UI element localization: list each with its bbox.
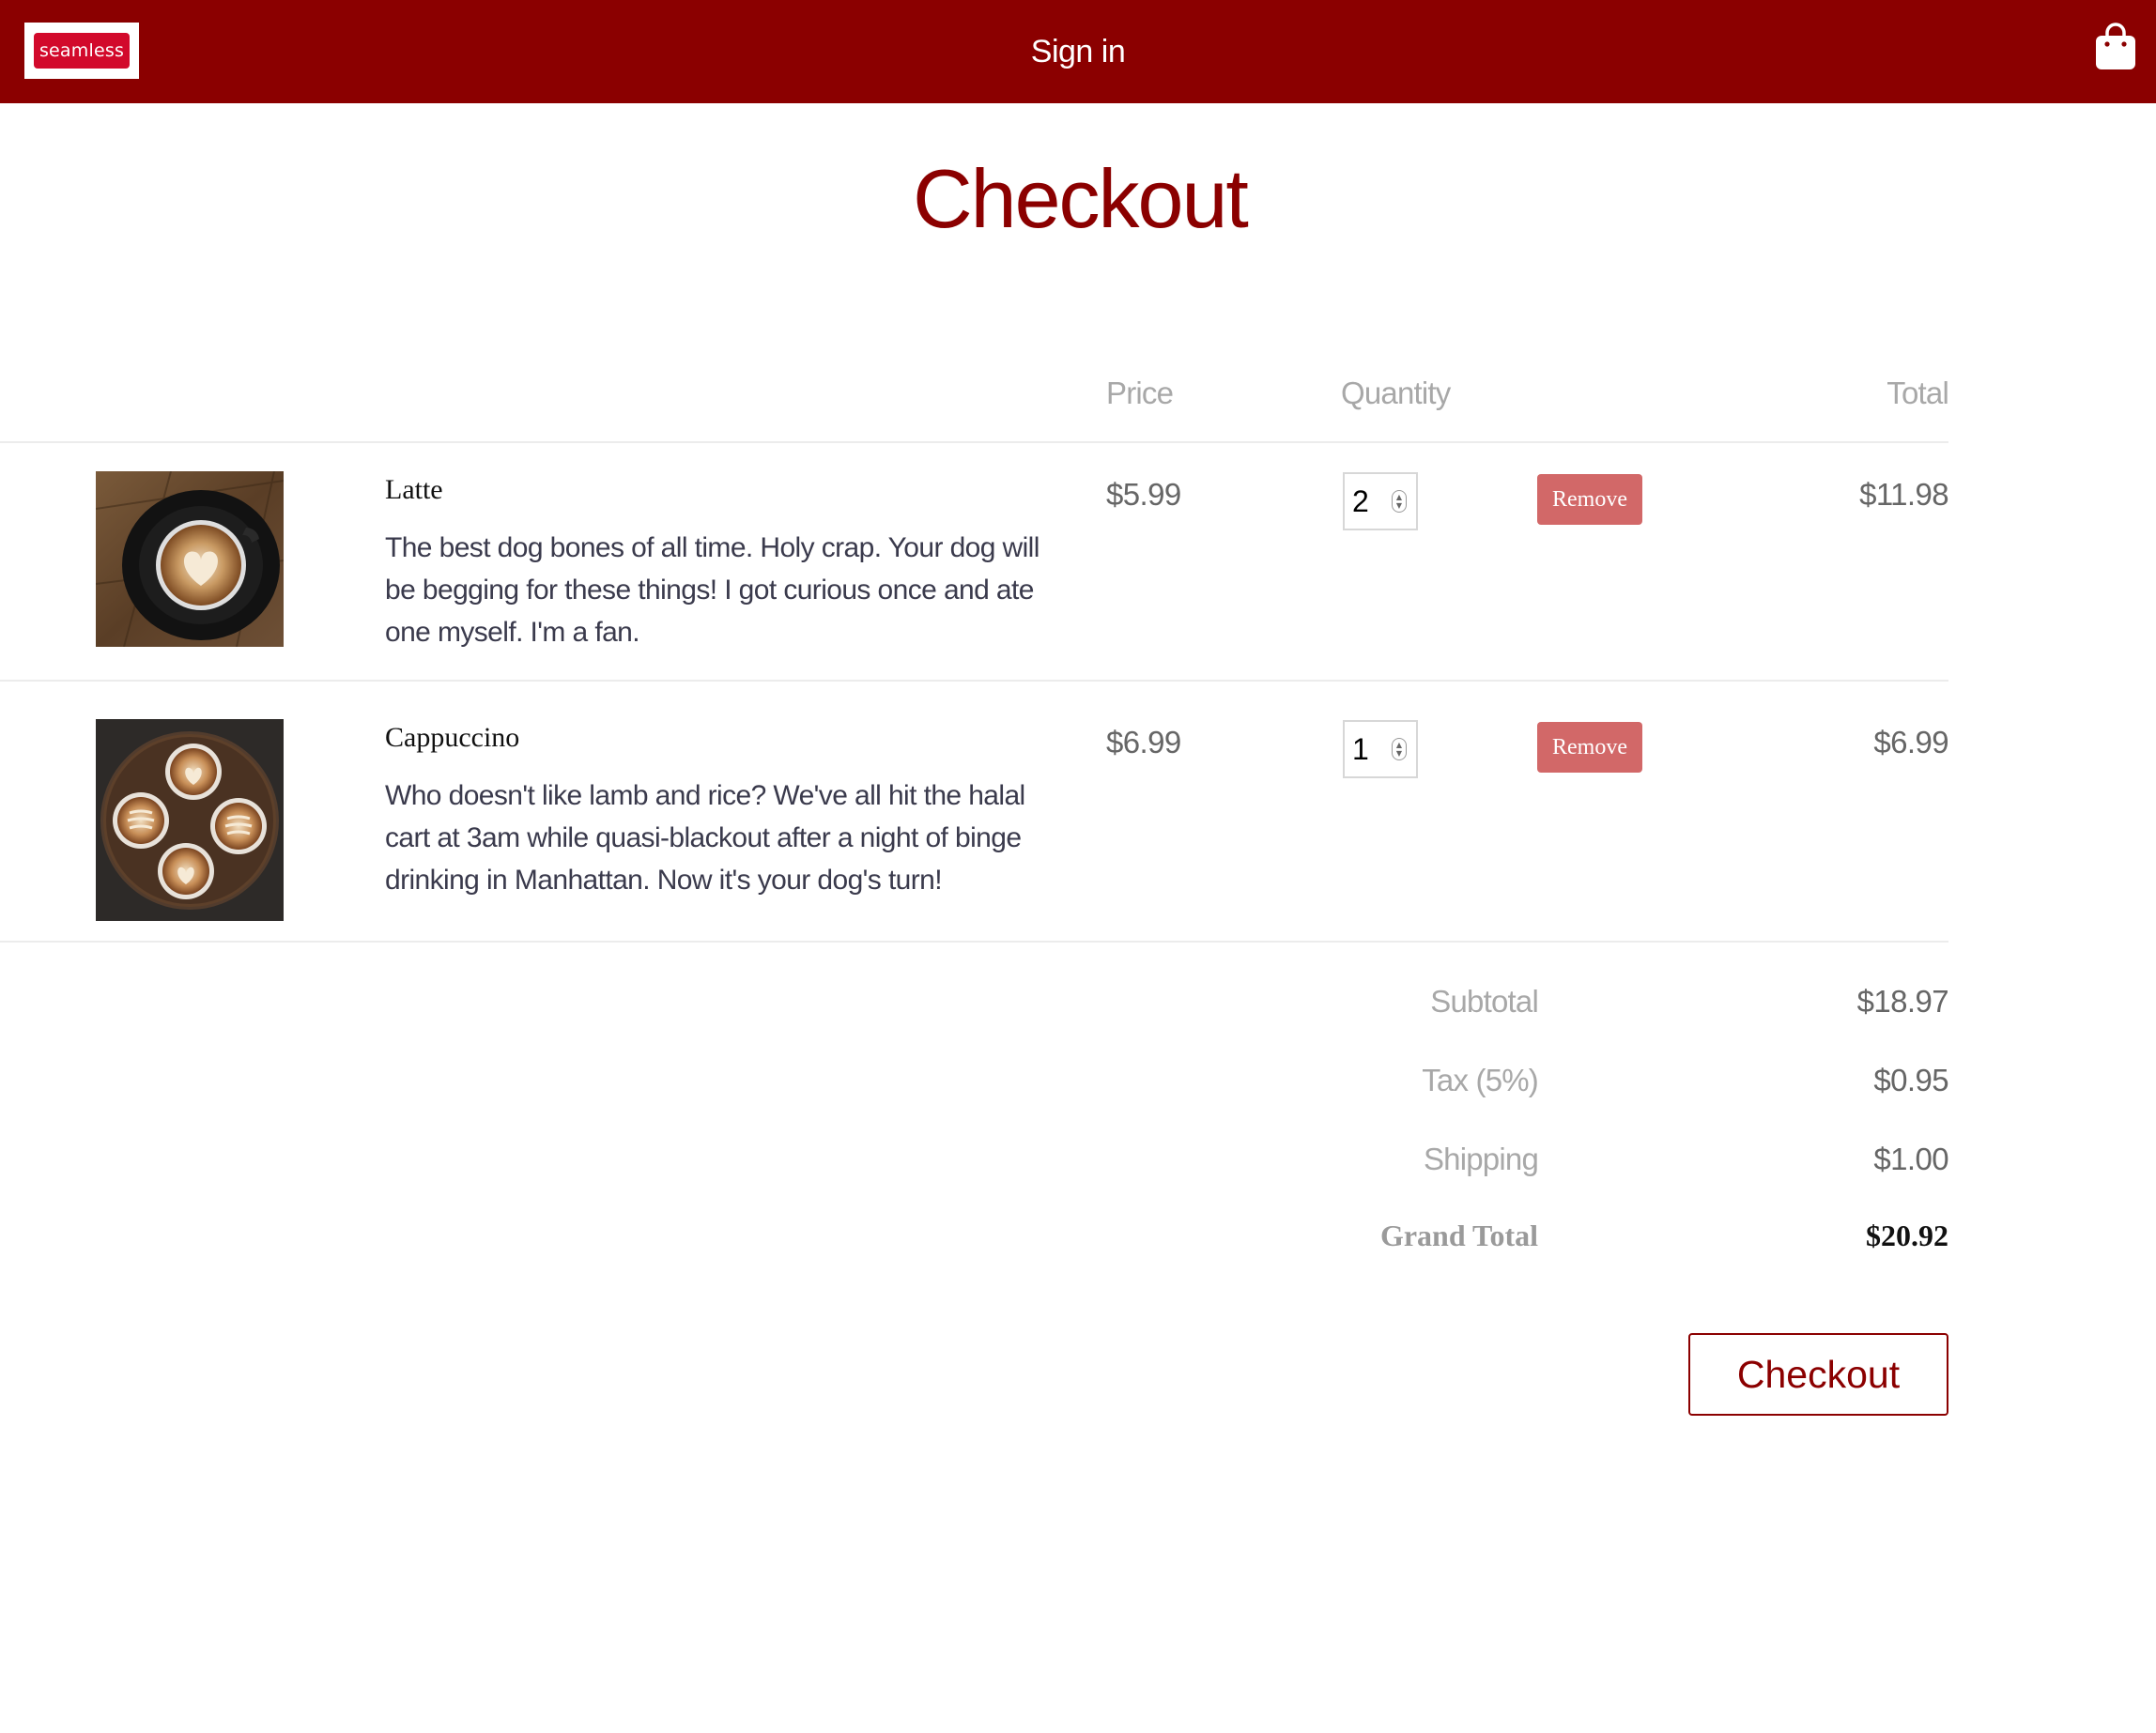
table-divider (0, 441, 1948, 443)
line-total: $11.98 (1859, 477, 1948, 512)
subtotal-label: Subtotal (1430, 984, 1539, 1019)
logo-wordmark: seamless (34, 33, 130, 69)
tax-value: $0.95 (1873, 1063, 1948, 1097)
line-total: $6.99 (1873, 725, 1948, 759)
table-divider (0, 680, 1948, 682)
product-image-latte (96, 471, 284, 647)
product-name: Latte (385, 474, 443, 505)
quantity-value: 1 (1352, 731, 1369, 766)
remove-button[interactable]: Remove (1537, 722, 1642, 773)
column-header-total: Total (1886, 376, 1949, 410)
product-name: Cappuccino (385, 722, 520, 753)
grand-total-label: Grand Total (1379, 1219, 1538, 1252)
spinner-arrows-icon[interactable]: ▲ ▼ (1392, 738, 1407, 760)
top-navigation-bar: seamless Sign in (0, 0, 2156, 103)
subtotal-value: $18.97 (1856, 984, 1949, 1019)
product-description: Who doesn't like lamb and rice? We've al… (385, 780, 1025, 896)
quantity-stepper[interactable]: 2 ▲ ▼ (1343, 472, 1418, 530)
seamless-logo[interactable]: seamless (24, 23, 139, 79)
shopping-bag-icon[interactable] (2094, 23, 2137, 71)
product-description: The best dog bones of all time. Holy cra… (385, 532, 1040, 648)
page-title: Checkout (913, 152, 1249, 245)
tax-label: Tax (5%) (1422, 1063, 1539, 1097)
grand-total-value: $20.92 (1866, 1219, 1948, 1252)
signin-container: Sign in (0, 0, 2156, 103)
quantity-stepper[interactable]: 1 ▲ ▼ (1343, 720, 1418, 778)
sign-in-link[interactable]: Sign in (1031, 34, 1126, 70)
column-header-quantity: Quantity (1341, 376, 1451, 410)
product-image-cappuccino (96, 719, 284, 921)
spinner-arrows-icon[interactable]: ▲ ▼ (1392, 490, 1407, 513)
shipping-label: Shipping (1423, 1142, 1539, 1176)
column-header-price: Price (1106, 376, 1174, 410)
product-price: $5.99 (1106, 477, 1181, 512)
shipping-value: $1.00 (1873, 1142, 1948, 1176)
table-divider (0, 941, 1948, 943)
quantity-value: 2 (1352, 483, 1369, 518)
remove-button[interactable]: Remove (1537, 474, 1642, 525)
checkout-button[interactable]: Checkout (1688, 1333, 1948, 1416)
product-price: $6.99 (1106, 725, 1181, 759)
